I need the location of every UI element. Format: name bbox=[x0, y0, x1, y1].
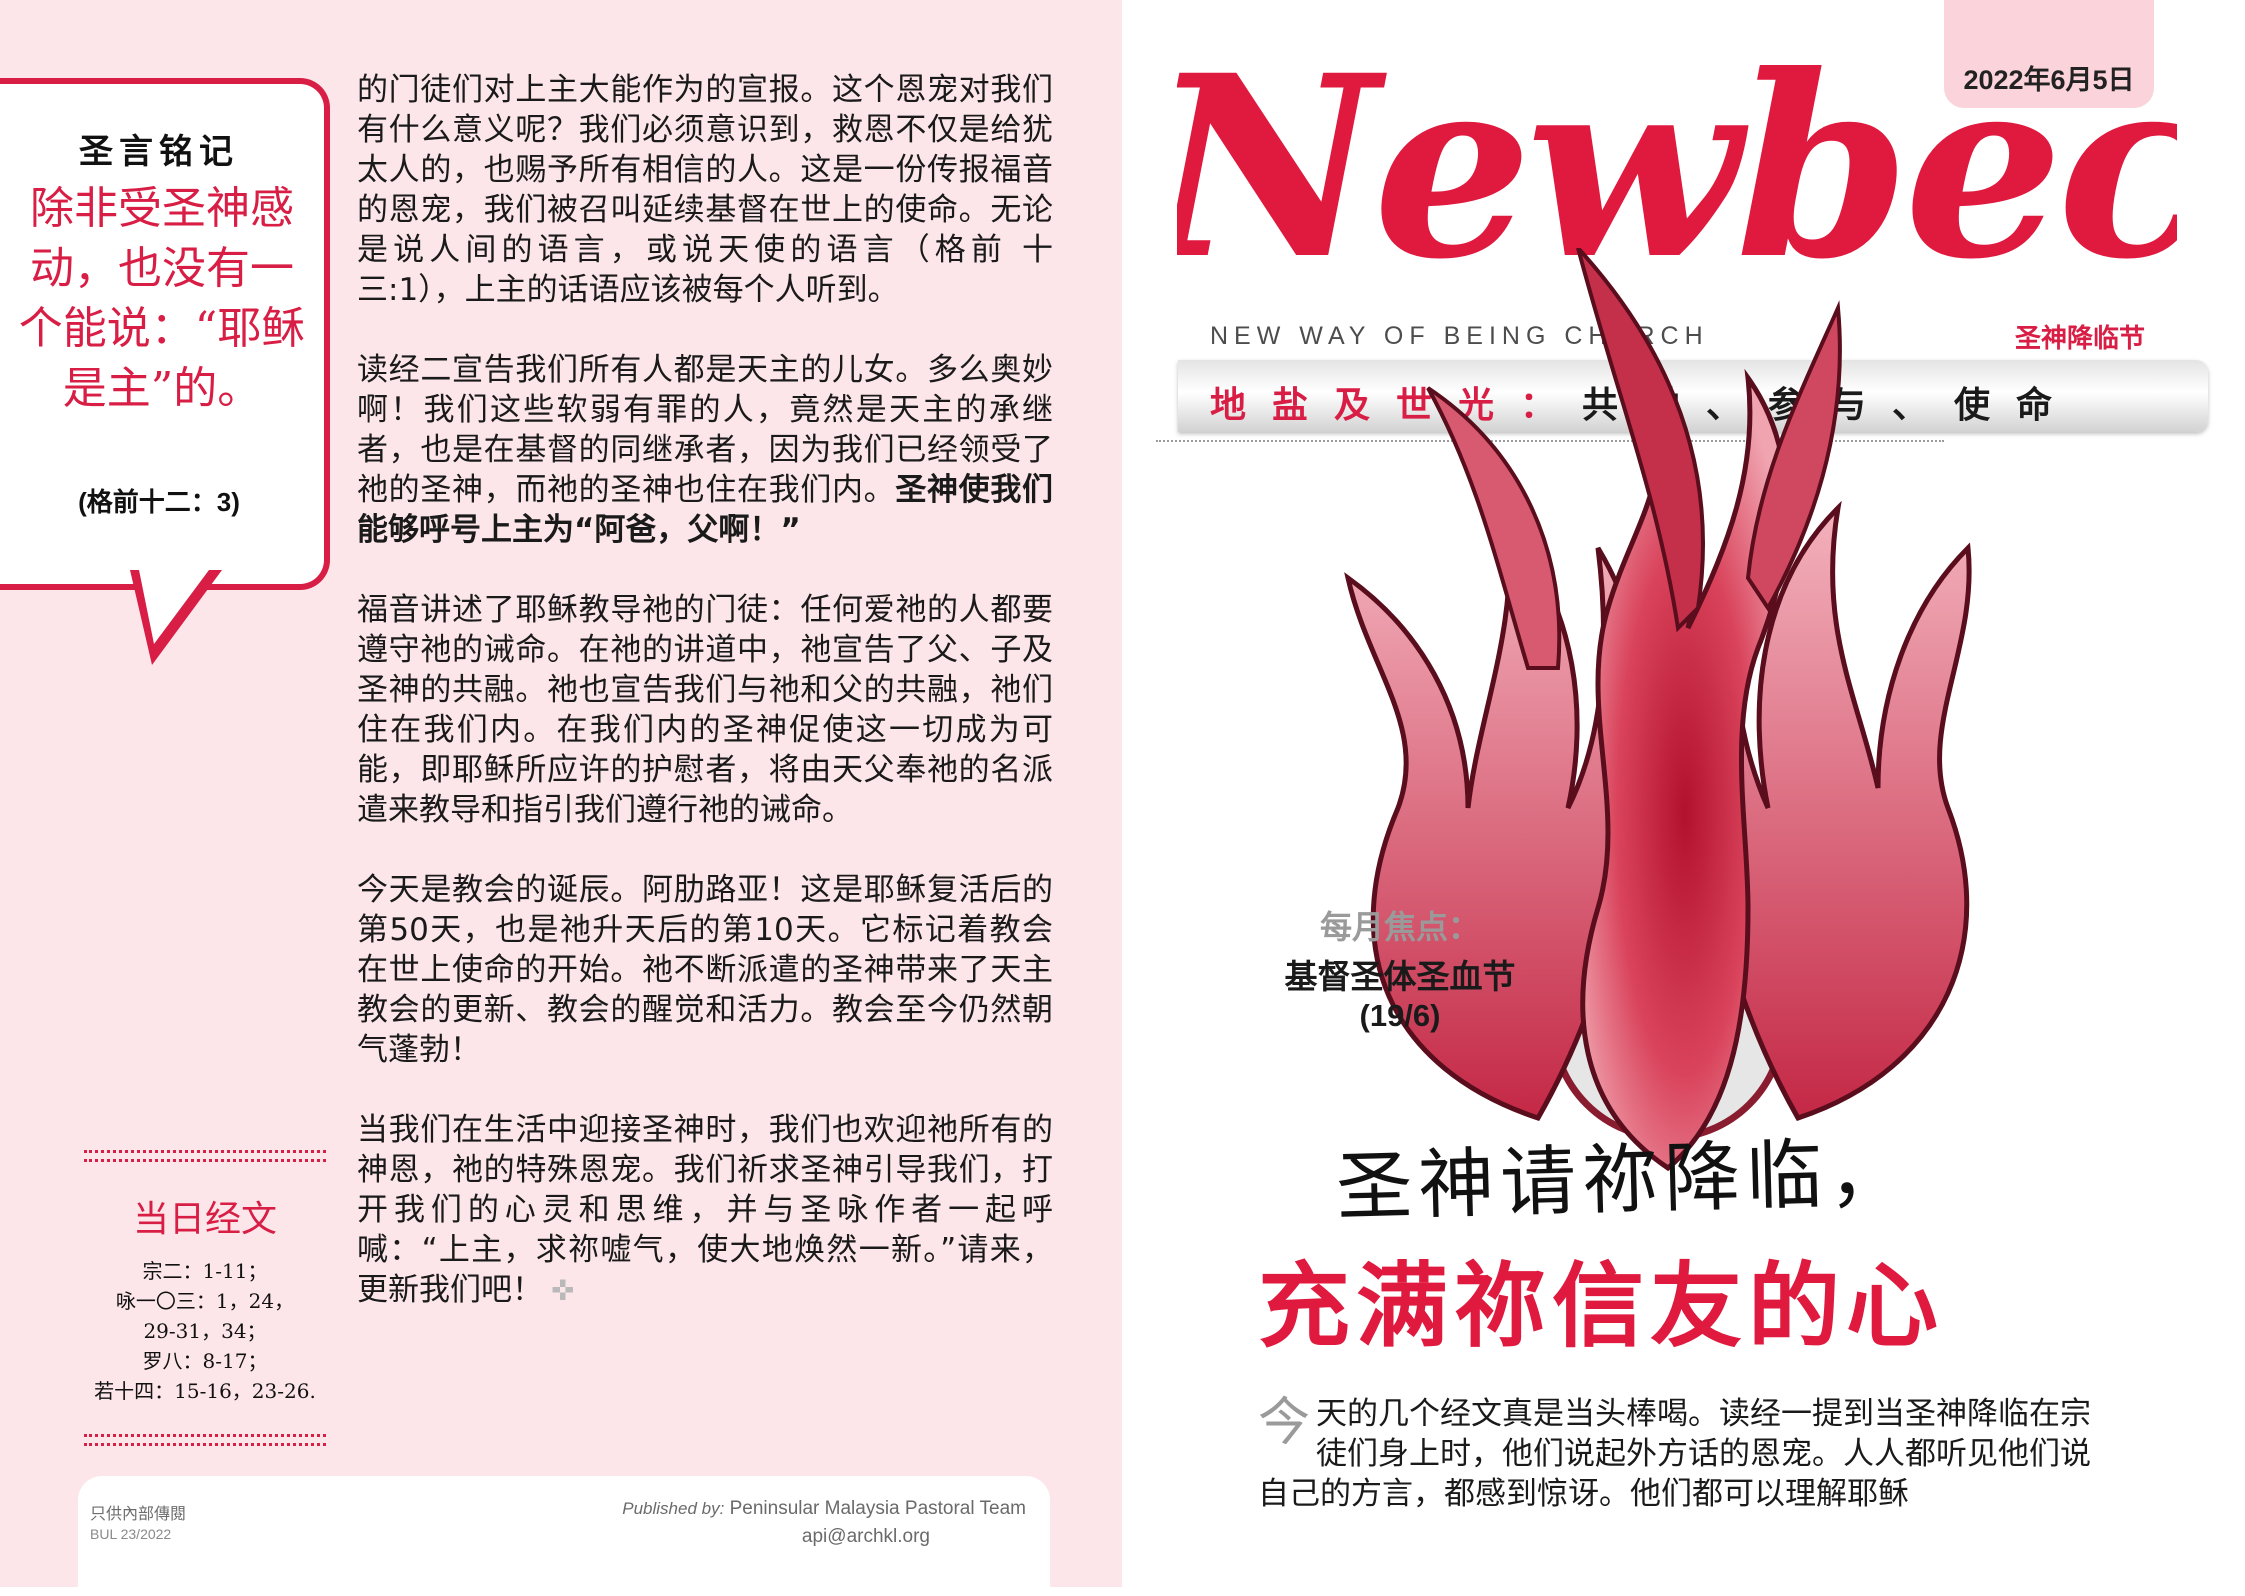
divider bbox=[84, 1150, 326, 1162]
monthly-focus-event: 基督圣体圣血节 bbox=[1284, 958, 1516, 995]
drop-cap: 今 bbox=[1258, 1393, 1311, 1453]
publisher: Published by: Peninsular Malaysia Pastor… bbox=[622, 1498, 1026, 1519]
article-paragraph-2: 读经二宣告我们所有人都是天主的儿女。多么奥妙啊！我们这些软弱有罪的人，竟然是天主… bbox=[357, 352, 1054, 548]
article-body: 的门徒们对上主大能作为的宣报。这个恩宠对我们有什么意义呢？我们必须意识到，救恩不… bbox=[357, 70, 1053, 1351]
reading-item: 29-31，34； bbox=[143, 1319, 267, 1343]
reading-item: 若十四：15-16，23-26. bbox=[94, 1379, 316, 1403]
daily-readings: 当日经文 宗二：1-11； 咏一〇三：1，24， 29-31，34； 罗八：8-… bbox=[84, 1150, 326, 1446]
callout-tail-inner bbox=[139, 570, 209, 644]
left-page: 圣言铭记 除非受圣神感动，也没有一个能说：“耶稣是主”的。 (格前十二：3) 的… bbox=[0, 0, 1122, 1596]
readings-title: 当日经文 bbox=[132, 1199, 277, 1240]
article-paragraph-5: 当我们在生活中迎接圣神时，我们也欢迎祂所有的神恩，祂的特殊恩宠。我们祈求圣神引导… bbox=[357, 1110, 1053, 1311]
headline-line-2: 充满祢信友的心 bbox=[1258, 1253, 1945, 1360]
circulation-note: 只供內部傳閱 bbox=[90, 1506, 187, 1523]
reading-item: 罗八：8-17； bbox=[142, 1349, 268, 1373]
article-paragraph-3: 福音讲述了耶稣教导祂的门徒：任何爱祂的人都要遵守祂的诫命。在祂的讲道中，祂宣告了… bbox=[357, 592, 1053, 828]
article-paragraph-4: 今天是教会的诞辰。阿肋路亚！这是耶稣复活后的第50天，也是祂升天后的第10天。它… bbox=[357, 872, 1053, 1068]
divider bbox=[84, 1434, 326, 1446]
publisher-email: api@archkl.org bbox=[801, 1526, 930, 1547]
verse-reference: (格前十二：3) bbox=[78, 487, 240, 517]
bulletin-number: BUL 23/2022 bbox=[90, 1526, 172, 1542]
monthly-focus-date: (19/6) bbox=[1359, 998, 1441, 1033]
verse-callout: 圣言铭记 除非受圣神感动，也没有一个能说：“耶稣是主”的。 (格前十二：3) bbox=[0, 78, 330, 590]
article-paragraph-1: 的门徒们对上主大能作为的宣报。这个恩宠对我们有什么意义呢？我们必须意识到，救恩不… bbox=[357, 72, 1053, 308]
headline-line-1: 圣神请祢降临， bbox=[1335, 1127, 1912, 1232]
monthly-focus-label: 每月焦点： bbox=[1319, 909, 1480, 945]
readings-list: 宗二：1-11； 咏一〇三：1，24， 29-31，34； 罗八：8-17； 若… bbox=[84, 1256, 326, 1406]
footer: 只供內部傳閱 BUL 23/2022 Published by: Peninsu… bbox=[78, 1476, 1050, 1596]
flame-wisp-shape bbox=[1426, 386, 1562, 670]
reading-item: 咏一〇三：1，24， bbox=[115, 1289, 295, 1313]
end-mark-icon: ✜ bbox=[551, 1274, 575, 1307]
verse-text: 除非受圣神感动，也没有一个能说：“耶稣是主”的。 bbox=[18, 183, 306, 414]
intro-paragraph: 今天的几个经文真是当头棒喝。读经一提到当圣神降临在宗徒们身上时，他们说起外方话的… bbox=[1258, 1393, 2092, 1512]
holy-spirit-flame-illustration bbox=[1344, 248, 1972, 1172]
reading-item: 宗二：1-11； bbox=[142, 1259, 268, 1283]
verse-title: 圣言铭记 bbox=[79, 132, 239, 172]
